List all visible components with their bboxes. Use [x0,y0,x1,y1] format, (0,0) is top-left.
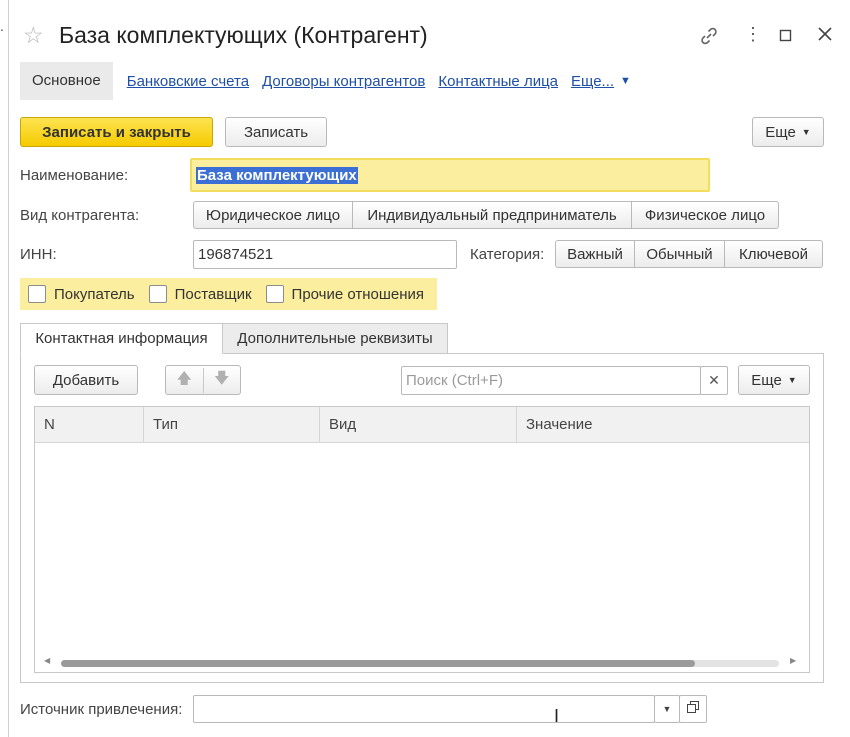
category-selector: Важный Обычный Ключевой [555,240,823,268]
maximize-icon[interactable] [779,27,793,48]
contacts-more-button[interactable]: Еще ▼ [738,365,810,395]
scroll-left-icon[interactable]: ◀ [44,656,50,665]
nav-link-more[interactable]: Еще... [571,73,614,90]
type-option-legal[interactable]: Юридическое лицо [193,201,353,229]
more-button[interactable]: Еще ▼ [752,117,824,147]
column-header-n[interactable]: N [35,407,144,442]
nav-link-bank-accounts[interactable]: Банковские счета [127,73,249,90]
add-button[interactable]: Добавить [34,365,138,395]
category-option-regular[interactable]: Обычный [634,240,725,268]
background-window-edge: . [0,0,9,737]
relationship-checkboxes: Покупатель Поставщик Прочие отношения [20,278,437,310]
tab-additional-details[interactable]: Дополнительные реквизиты [222,323,448,354]
source-dropdown-button[interactable]: ▼ [654,695,680,723]
chevron-down-icon[interactable]: ▼ [620,75,631,87]
type-option-individual[interactable]: Физическое лицо [631,201,779,229]
scrollbar-thumb[interactable] [61,660,695,667]
name-value: База комплектующих [196,166,358,184]
chevron-down-icon: ▼ [787,375,797,385]
contacts-table: N Тип Вид Значение ◀ ▶ [34,406,810,673]
source-label: Источник привлечения: [20,701,183,718]
clear-search-button[interactable]: ✕ [700,366,728,395]
save-button[interactable]: Записать [225,117,327,147]
category-option-key[interactable]: Ключевой [724,240,823,268]
inn-label: ИНН: [20,246,57,263]
move-buttons: 🡅 🡇 [165,365,241,395]
name-label: Наименование: [20,167,129,184]
search-input[interactable]: Поиск (Ctrl+F) [401,366,701,395]
name-field[interactable]: База комплектующих [190,158,710,192]
nav-tab-main[interactable]: Основное [20,62,113,100]
close-icon[interactable] [817,26,833,47]
chevron-down-icon: ▼ [662,704,672,714]
column-header-type[interactable]: Тип [144,407,320,442]
form-window: ☆ База комплектующих (Контрагент) ⋮ Осно… [9,0,850,737]
category-label: Категория: [470,246,545,263]
column-header-kind[interactable]: Вид [320,407,517,442]
column-header-value[interactable]: Значение [517,407,809,442]
star-icon[interactable]: ☆ [23,22,44,49]
close-icon: ✕ [708,372,720,388]
nav-link-contracts[interactable]: Договоры контрагентов [262,73,425,90]
type-label: Вид контрагента: [20,207,140,224]
category-option-important[interactable]: Важный [555,240,635,268]
table-header: N Тип Вид Значение [35,407,809,443]
scroll-right-icon[interactable]: ▶ [790,656,796,665]
source-open-button[interactable] [679,695,707,723]
source-field[interactable] [193,695,655,723]
text-cursor-icon: I [554,706,560,726]
buyer-checkbox[interactable]: Покупатель [28,285,135,303]
type-option-entrepreneur[interactable]: Индивидуальный предприниматель [352,201,632,229]
open-window-icon [686,700,700,718]
more-vertical-icon[interactable]: ⋮ [744,24,762,45]
save-and-close-button[interactable]: Записать и закрыть [20,117,213,147]
inn-field[interactable]: 196874521 [193,240,457,269]
section-nav: Основное Банковские счета Договоры контр… [20,62,631,100]
horizontal-scrollbar[interactable]: ◀ ▶ [35,654,809,672]
tab-contact-info[interactable]: Контактная информация [20,323,223,354]
link-icon[interactable] [699,26,719,51]
other-relations-checkbox[interactable]: Прочие отношения [265,285,424,303]
window-title: База комплектующих (Контрагент) [59,22,428,48]
arrow-down-icon[interactable]: 🡇 [204,368,241,393]
supplier-checkbox[interactable]: Поставщик [148,285,252,303]
chevron-down-icon: ▼ [801,127,811,137]
type-selector: Юридическое лицо Индивидуальный предприн… [193,201,779,229]
arrow-up-icon[interactable]: 🡅 [166,367,204,393]
nav-link-contacts[interactable]: Контактные лица [438,73,558,90]
